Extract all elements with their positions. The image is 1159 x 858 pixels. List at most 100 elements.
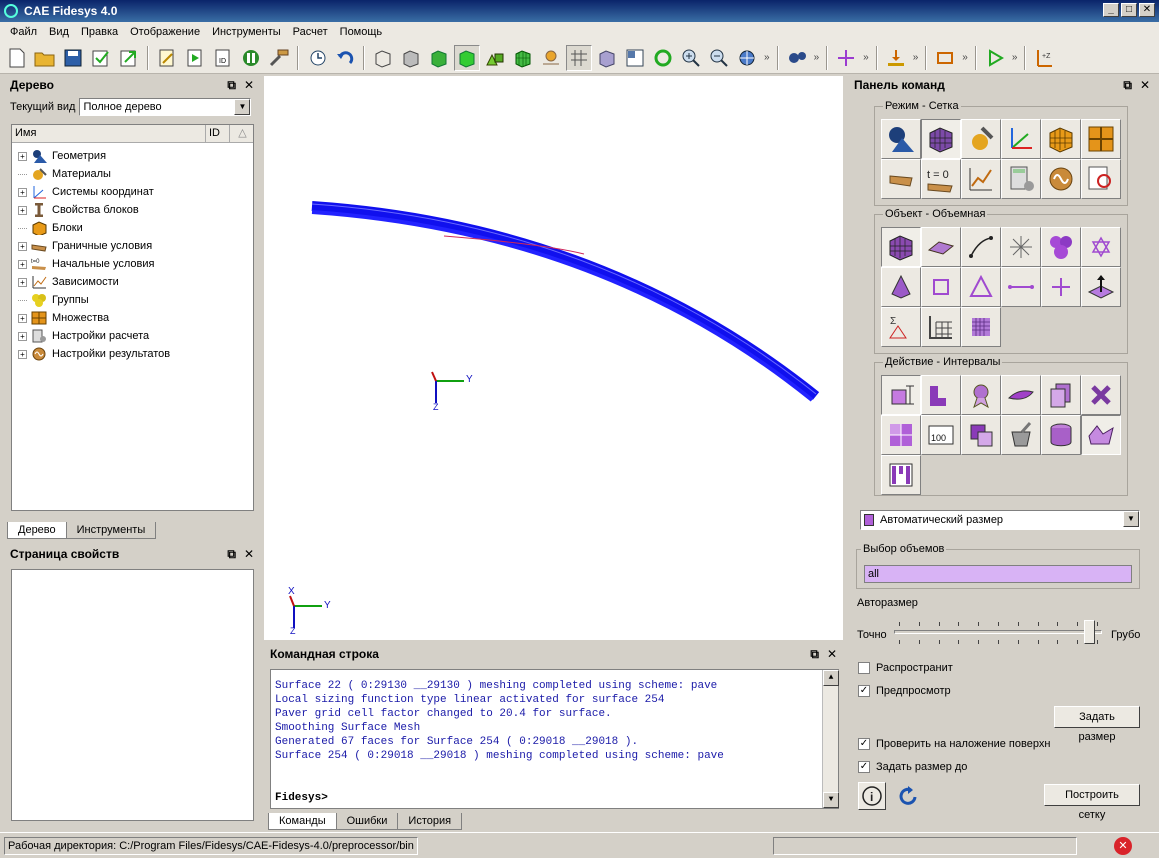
expand-icon[interactable]: + xyxy=(18,151,27,161)
action-volume-layers-button[interactable] xyxy=(1041,415,1081,455)
tree-item[interactable]: + Системы координат xyxy=(12,183,253,201)
geometry-view-icon[interactable] xyxy=(482,45,508,71)
expand-icon[interactable]: + xyxy=(18,187,27,197)
tab-tools[interactable]: Инструменты xyxy=(65,522,157,539)
tree-item[interactable]: + Настройки результатов xyxy=(12,345,253,363)
edit-script-icon[interactable] xyxy=(154,45,180,71)
toolbar-overflow-icon[interactable]: » xyxy=(962,52,968,63)
id-icon[interactable]: ID xyxy=(210,45,236,71)
new-file-icon[interactable] xyxy=(4,45,30,71)
menu-edit[interactable]: Правка xyxy=(75,26,124,38)
expand-icon[interactable]: + xyxy=(18,277,27,287)
preview-checkbox[interactable]: ✓ xyxy=(858,685,870,697)
menu-display[interactable]: Отображение xyxy=(124,26,206,38)
action-delete-button[interactable] xyxy=(1081,375,1121,415)
action-clean-button[interactable] xyxy=(1001,415,1041,455)
mode-calc-settings-button[interactable] xyxy=(1001,159,1041,199)
solid-view-icon[interactable] xyxy=(426,45,452,71)
object-cells-button[interactable] xyxy=(961,307,1001,347)
hidden-view-icon[interactable] xyxy=(398,45,424,71)
toolbar-overflow-icon[interactable]: » xyxy=(814,52,820,63)
close-panel-icon[interactable]: ✕ xyxy=(1140,78,1150,93)
shaded-view-icon[interactable] xyxy=(454,44,480,71)
column-id-header[interactable]: ID xyxy=(206,125,230,142)
import-icon[interactable] xyxy=(88,45,114,71)
save-icon[interactable] xyxy=(60,45,86,71)
tab-commands[interactable]: Команды xyxy=(268,813,337,830)
object-tri-button[interactable] xyxy=(961,267,1001,307)
set-size-button[interactable]: Задать размер xyxy=(1054,706,1140,743)
scroll-up-icon[interactable]: ▲ xyxy=(823,670,839,686)
action-refine-button[interactable] xyxy=(881,415,921,455)
mode-materials-button[interactable] xyxy=(961,119,1001,159)
mode-blocks-button[interactable] xyxy=(1041,119,1081,159)
column-name-header[interactable]: Имя xyxy=(12,125,206,142)
axes-sort-icon[interactable]: +Z xyxy=(1031,45,1057,71)
transparency-icon[interactable] xyxy=(594,45,620,71)
menu-tools[interactable]: Инструменты xyxy=(206,26,287,38)
mode-sets-button[interactable] xyxy=(1081,119,1121,159)
tab-errors[interactable]: Ошибки xyxy=(335,813,399,830)
object-surface-button[interactable] xyxy=(921,227,961,267)
tree-item[interactable]: Группы xyxy=(12,291,253,309)
tree-item[interactable]: + Граничные условия xyxy=(12,237,253,255)
pause-icon[interactable] xyxy=(238,45,264,71)
object-node-button[interactable] xyxy=(1081,227,1121,267)
menu-calculation[interactable]: Расчет xyxy=(287,26,334,38)
object-tet-button[interactable] xyxy=(881,267,921,307)
info-button[interactable]: i xyxy=(858,782,886,810)
tree-item[interactable]: Материалы xyxy=(12,165,253,183)
fit-view-icon[interactable] xyxy=(734,45,760,71)
tree-item[interactable]: + Настройки расчета xyxy=(12,327,253,345)
load-icon[interactable] xyxy=(883,45,909,71)
set-size-to-checkbox-row[interactable]: ✓ Задать размер до xyxy=(858,761,967,773)
command-scrollbar[interactable]: ▲ ▼ xyxy=(822,670,839,808)
action-intervals-button[interactable] xyxy=(881,375,921,415)
object-grid-button[interactable] xyxy=(921,307,961,347)
expand-icon[interactable]: + xyxy=(18,205,27,215)
tree-item[interactable]: Блоки xyxy=(12,219,253,237)
action-award-button[interactable] xyxy=(961,375,1001,415)
tree-item[interactable]: + Зависимости xyxy=(12,273,253,291)
open-folder-icon[interactable] xyxy=(32,45,58,71)
command-output[interactable]: Surface 22 ( 0:29130 __29130 ) meshing c… xyxy=(270,669,839,809)
measure-icon[interactable] xyxy=(932,45,958,71)
close-panel-icon[interactable]: ✕ xyxy=(827,647,837,662)
properties-content[interactable] xyxy=(11,569,254,821)
action-align-button[interactable] xyxy=(881,455,921,495)
expand-icon[interactable]: + xyxy=(18,241,27,251)
run-calculation-icon[interactable] xyxy=(982,45,1008,71)
zoom-out-icon[interactable] xyxy=(706,45,732,71)
mode-coordinates-button[interactable] xyxy=(1001,119,1041,159)
sizing-method-select[interactable]: Автоматический размер ▼ xyxy=(860,510,1140,530)
action-auto-mesh-button[interactable] xyxy=(1081,415,1121,455)
autosize-slider[interactable] xyxy=(894,616,1104,650)
object-vertex-button[interactable] xyxy=(1001,227,1041,267)
expand-icon[interactable]: + xyxy=(18,259,27,269)
action-smooth-button[interactable] xyxy=(1001,375,1041,415)
toolbar-overflow-icon[interactable]: » xyxy=(863,52,869,63)
object-normal-button[interactable] xyxy=(1081,267,1121,307)
set-size-to-checkbox[interactable]: ✓ xyxy=(858,761,870,773)
toolbar-overflow-icon[interactable]: » xyxy=(913,52,919,63)
expand-icon[interactable]: + xyxy=(18,313,27,323)
preview-checkbox-row[interactable]: ✓ Предпросмотр xyxy=(858,685,951,697)
tab-tree[interactable]: Дерево xyxy=(7,522,67,539)
mode-initial-conditions-button[interactable]: t = 0 xyxy=(921,159,961,199)
object-curve-button[interactable] xyxy=(961,227,1001,267)
toolbar-overflow-icon[interactable]: » xyxy=(1012,52,1018,63)
window-layout-icon[interactable] xyxy=(622,45,648,71)
tree-item[interactable]: + Множества xyxy=(12,309,253,327)
mode-dependencies-button[interactable] xyxy=(961,159,1001,199)
object-hex-button[interactable] xyxy=(921,267,961,307)
model-canvas[interactable]: Y Z X Y Z xyxy=(264,76,843,640)
object-point-button[interactable] xyxy=(1041,267,1081,307)
toolbar-overflow-icon[interactable]: » xyxy=(764,52,770,63)
undock-icon[interactable]: ⧉ xyxy=(227,78,236,93)
wireframe-view-icon[interactable] xyxy=(370,45,396,71)
menu-help[interactable]: Помощь xyxy=(334,26,389,38)
object-group-button[interactable] xyxy=(1041,227,1081,267)
close-panel-icon[interactable]: ✕ xyxy=(244,547,254,562)
rotate-icon[interactable] xyxy=(650,45,676,71)
nodes-view-icon[interactable] xyxy=(538,45,564,71)
